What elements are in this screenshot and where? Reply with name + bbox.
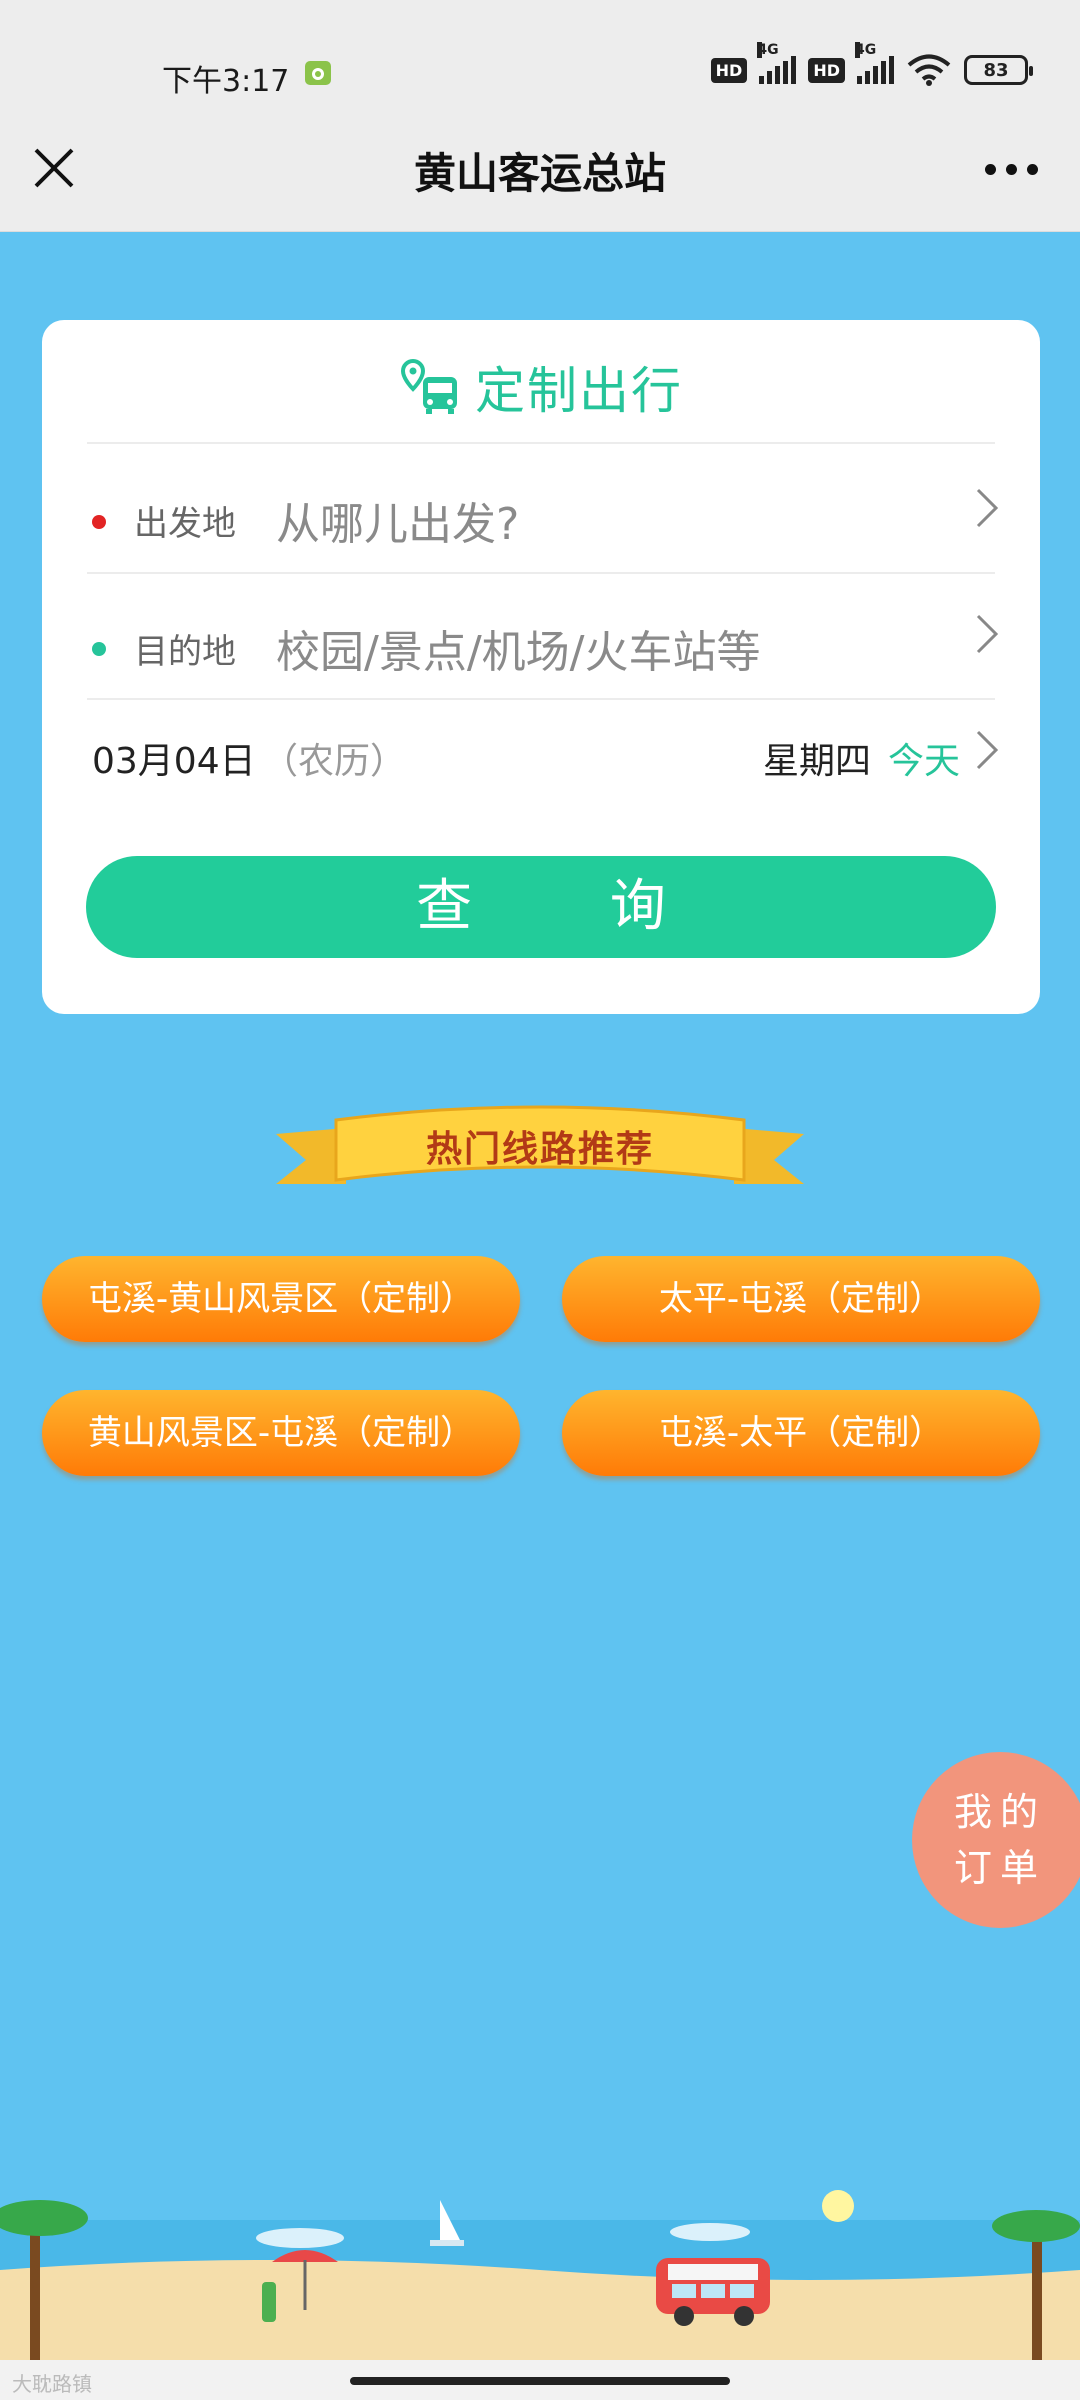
- android-notification-icon: [305, 61, 331, 85]
- home-indicator[interactable]: [350, 2377, 730, 2385]
- hd-badge-2: HD: [808, 57, 845, 83]
- query-button[interactable]: 查 询: [86, 856, 996, 958]
- divider: [87, 572, 995, 574]
- wifi-icon: [907, 54, 951, 86]
- route-button[interactable]: 黄山风景区-屯溪（定制）: [42, 1390, 520, 1476]
- status-indicators: HD 4G HD 4G 83: [710, 42, 1033, 86]
- more-icon[interactable]: [985, 164, 1038, 175]
- hd-badge: HD: [710, 57, 748, 83]
- my-order-button[interactable]: 我的 订单: [912, 1752, 1080, 1928]
- chevron-right-icon: [976, 614, 999, 654]
- date-value: 03月04日: [92, 741, 256, 782]
- card-title: 定制出行: [475, 362, 683, 420]
- card-header: 定制出行: [42, 342, 1040, 432]
- from-dot: [92, 515, 106, 529]
- chevron-right-icon: [976, 488, 999, 528]
- route-button[interactable]: 屯溪-黄山风景区（定制）: [42, 1256, 520, 1342]
- beach-illustration: [0, 2190, 1080, 2360]
- my-order-line1: 我的: [953, 1790, 1046, 1834]
- bus-location-icon: [400, 359, 457, 414]
- status-time: 下午3:17: [162, 64, 290, 99]
- today-label: 今天: [888, 741, 961, 782]
- divider: [87, 442, 995, 444]
- to-label: 目的地: [134, 632, 236, 672]
- route-button[interactable]: 太平-屯溪（定制）: [562, 1256, 1040, 1342]
- divider: [87, 698, 995, 700]
- weekday-label: 星期四: [763, 741, 872, 782]
- chevron-right-icon: [976, 730, 999, 770]
- booking-card: 定制出行 出发地 从哪儿出发? 目的地 校园/景点/机场/火车站等 03月04日…: [42, 320, 1040, 1014]
- route-button[interactable]: 屯溪-太平（定制）: [562, 1390, 1040, 1476]
- signal-icon-2: 4G: [855, 42, 894, 84]
- my-order-line2: 订单: [953, 1846, 1046, 1890]
- lunar-label: （农历）: [262, 741, 407, 782]
- from-label: 出发地: [134, 504, 236, 544]
- home-bar: 大耽路镇: [0, 2360, 1080, 2400]
- nav-bar: 黄山客运总站: [0, 110, 1080, 232]
- network-type-label: 4G: [757, 42, 779, 58]
- battery-icon: 83: [964, 55, 1033, 85]
- to-dot: [92, 642, 106, 656]
- signal-icon: 4G: [757, 42, 797, 84]
- network-type-label-2: 4G: [855, 42, 877, 58]
- hot-routes-title: 热门线路推荐: [425, 1129, 654, 1170]
- to-input[interactable]: 校园/景点/机场/火车站等: [276, 616, 760, 680]
- from-input[interactable]: 从哪儿出发?: [276, 488, 519, 552]
- watermark: 大耽路镇: [12, 2372, 92, 2396]
- page-title: 黄山客运总站: [413, 149, 666, 198]
